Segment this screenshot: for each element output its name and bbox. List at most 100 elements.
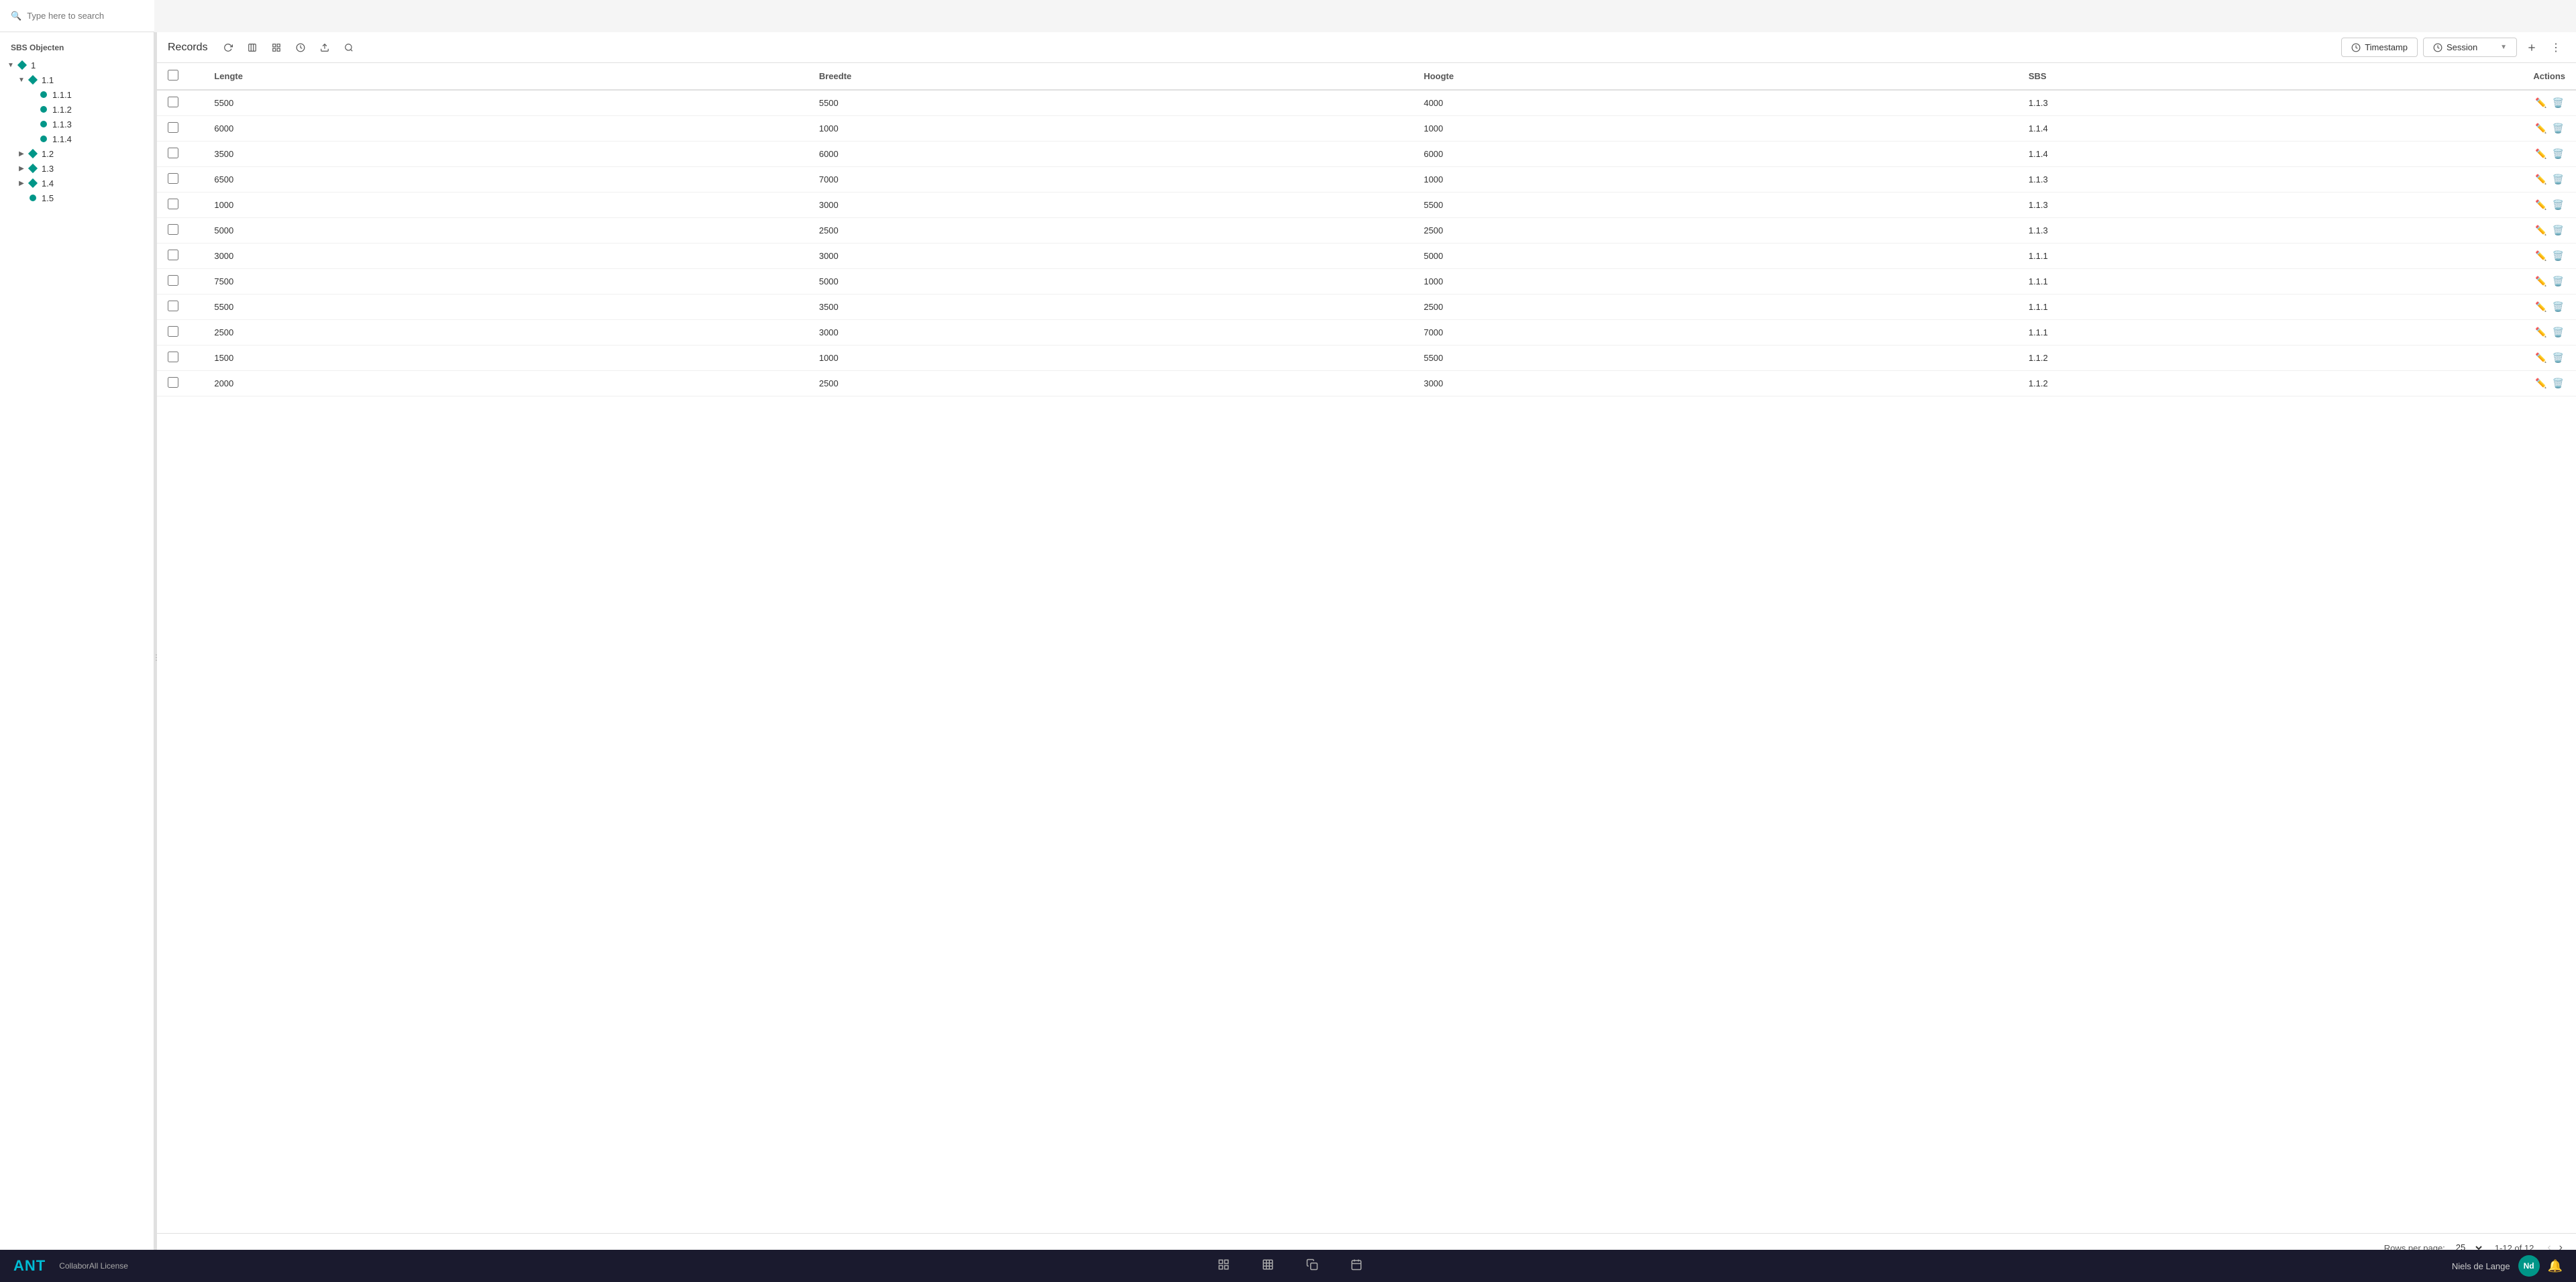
cell-breedte: 5500 (808, 90, 1413, 116)
sidebar-item-1-3[interactable]: ▶ 1.3 (0, 161, 154, 176)
table-row: 1000 3000 5500 1.1.3 ✏️ 🗑️ (157, 193, 2576, 218)
row-checkbox-5[interactable] (168, 224, 178, 235)
edit-icon-7[interactable]: ✏️ (2534, 274, 2548, 288)
delete-icon-5[interactable]: 🗑️ (2551, 223, 2565, 237)
row-checkbox-1[interactable] (168, 122, 178, 133)
sidebar-item-1[interactable]: ▼ 1 (0, 58, 154, 72)
delete-icon-3[interactable]: 🗑️ (2551, 172, 2565, 186)
edit-icon-1[interactable]: ✏️ (2534, 121, 2548, 136)
tree-label-1-3: 1.3 (42, 164, 54, 174)
search-input[interactable] (27, 11, 144, 21)
edit-icon-5[interactable]: ✏️ (2534, 223, 2548, 237)
cell-hoogte: 3000 (1413, 371, 2018, 396)
delete-icon-2[interactable]: 🗑️ (2551, 147, 2565, 161)
search-button[interactable] (339, 38, 358, 57)
view-button[interactable] (267, 38, 286, 57)
delete-icon-4[interactable]: 🗑️ (2551, 198, 2565, 212)
sidebar-item-1-2[interactable]: ▶ 1.2 (0, 146, 154, 161)
notification-bell-icon[interactable]: 🔔 (2548, 1259, 2563, 1273)
row-checkbox-11[interactable] (168, 377, 178, 388)
sidebar-item-1-1-2[interactable]: 1.1.2 (0, 102, 154, 117)
edit-columns-button[interactable] (243, 38, 262, 57)
row-checkbox-8[interactable] (168, 301, 178, 311)
cell-hoogte: 2500 (1413, 218, 2018, 244)
export-button[interactable] (315, 38, 334, 57)
edit-icon-6[interactable]: ✏️ (2534, 249, 2548, 263)
sidebar-item-1-1[interactable]: ▼ 1.1 (0, 72, 154, 87)
tree-toggle-1-2[interactable]: ▶ (16, 148, 27, 159)
diamond-icon-1-4 (28, 178, 38, 188)
edit-icon-4[interactable]: ✏️ (2534, 198, 2548, 212)
calendar-button[interactable] (1345, 1256, 1368, 1277)
circle-icon-1-1-2 (40, 106, 47, 113)
row-checkbox-9[interactable] (168, 326, 178, 337)
history-button[interactable] (291, 38, 310, 57)
refresh-button[interactable] (219, 38, 237, 57)
cell-sbs: 1.1.3 (2018, 218, 2502, 244)
tree-toggle-1-3[interactable]: ▶ (16, 163, 27, 174)
delete-icon-7[interactable]: 🗑️ (2551, 274, 2565, 288)
search-bar[interactable]: 🔍 (0, 0, 154, 32)
session-button[interactable]: Session ▼ (2423, 38, 2517, 57)
list-view-button[interactable] (1256, 1256, 1279, 1277)
delete-icon-11[interactable]: 🗑️ (2551, 376, 2565, 390)
edit-icon-8[interactable]: ✏️ (2534, 300, 2548, 314)
edit-icon-10[interactable]: ✏️ (2534, 351, 2548, 365)
cell-breedte: 5000 (808, 269, 1413, 295)
row-checkbox-0[interactable] (168, 97, 178, 107)
more-options-button[interactable]: ⋮ (2546, 38, 2565, 57)
row-checkbox-cell (157, 371, 203, 396)
row-checkbox-10[interactable] (168, 352, 178, 362)
grid-view-button[interactable] (1212, 1256, 1235, 1277)
cell-lengte: 7500 (203, 269, 808, 295)
cell-actions: ✏️ 🗑️ (2502, 167, 2576, 193)
delete-icon-1[interactable]: 🗑️ (2551, 121, 2565, 136)
delete-icon-6[interactable]: 🗑️ (2551, 249, 2565, 263)
table-row: 6000 1000 1000 1.1.4 ✏️ 🗑️ (157, 116, 2576, 142)
cell-breedte: 2500 (808, 218, 1413, 244)
cell-sbs: 1.1.3 (2018, 90, 2502, 116)
cell-actions: ✏️ 🗑️ (2502, 193, 2576, 218)
cell-sbs: 1.1.3 (2018, 193, 2502, 218)
col-breedte: Breedte (808, 63, 1413, 90)
edit-icon-9[interactable]: ✏️ (2534, 325, 2548, 339)
cell-lengte: 1000 (203, 193, 808, 218)
cell-hoogte: 1000 (1413, 269, 2018, 295)
tree-label-1-1-2: 1.1.2 (52, 105, 72, 115)
user-area: Niels de Lange Nd 🔔 (2452, 1255, 2563, 1277)
sidebar-item-1-4[interactable]: ▶ 1.4 (0, 176, 154, 191)
copy-button[interactable] (1301, 1256, 1324, 1277)
delete-icon-0[interactable]: 🗑️ (2551, 96, 2565, 110)
cell-lengte: 6500 (203, 167, 808, 193)
select-all-checkbox[interactable] (168, 70, 178, 81)
row-checkbox-6[interactable] (168, 250, 178, 260)
delete-icon-10[interactable]: 🗑️ (2551, 351, 2565, 365)
row-checkbox-7[interactable] (168, 275, 178, 286)
cell-actions: ✏️ 🗑️ (2502, 295, 2576, 320)
edit-icon-3[interactable]: ✏️ (2534, 172, 2548, 186)
sidebar-item-1-5[interactable]: 1.5 (0, 191, 154, 205)
sidebar-item-1-1-4[interactable]: 1.1.4 (0, 131, 154, 146)
cell-hoogte: 5000 (1413, 244, 2018, 269)
edit-icon-0[interactable]: ✏️ (2534, 96, 2548, 110)
cell-actions: ✏️ 🗑️ (2502, 244, 2576, 269)
sidebar-item-1-1-3[interactable]: 1.1.3 (0, 117, 154, 131)
row-checkbox-3[interactable] (168, 173, 178, 184)
delete-icon-8[interactable]: 🗑️ (2551, 300, 2565, 314)
cell-breedte: 1000 (808, 345, 1413, 371)
timestamp-button[interactable]: Timestamp (2341, 38, 2418, 57)
row-checkbox-4[interactable] (168, 199, 178, 209)
tree-toggle-1[interactable]: ▼ (5, 60, 16, 70)
edit-icon-2[interactable]: ✏️ (2534, 147, 2548, 161)
row-checkbox-2[interactable] (168, 148, 178, 158)
cell-lengte: 1500 (203, 345, 808, 371)
edit-icon-11[interactable]: ✏️ (2534, 376, 2548, 390)
user-avatar[interactable]: Nd (2518, 1255, 2540, 1277)
diamond-icon-1-2 (28, 149, 38, 158)
delete-icon-9[interactable]: 🗑️ (2551, 325, 2565, 339)
add-record-button[interactable] (2522, 38, 2541, 57)
circle-icon-1-1-3 (40, 121, 47, 127)
tree-toggle-1-4[interactable]: ▶ (16, 178, 27, 189)
tree-toggle-1-1[interactable]: ▼ (16, 74, 27, 85)
sidebar-item-1-1-1[interactable]: 1.1.1 (0, 87, 154, 102)
